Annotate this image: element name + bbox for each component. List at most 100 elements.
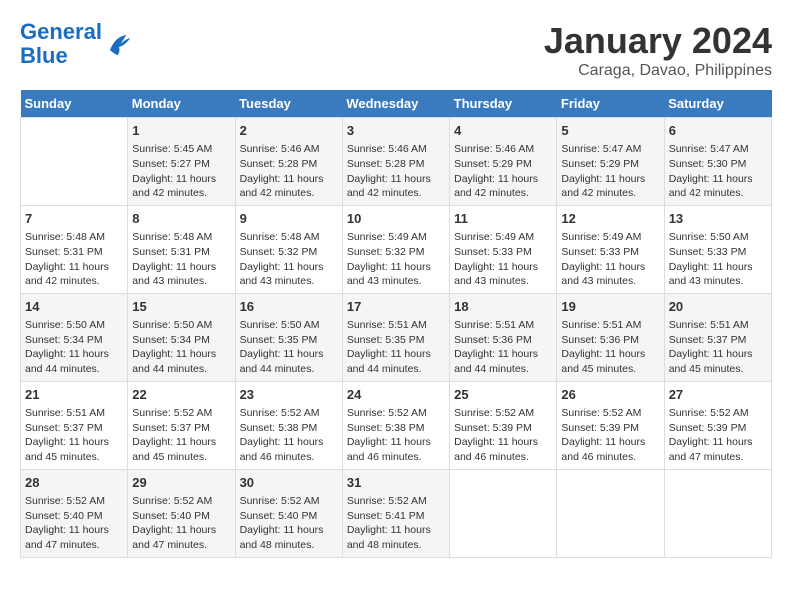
day-number: 1 — [132, 122, 230, 140]
day-number: 27 — [669, 386, 767, 404]
day-number: 13 — [669, 210, 767, 228]
day-info: Sunrise: 5:51 AM Sunset: 5:37 PM Dayligh… — [669, 318, 767, 377]
day-cell: 22Sunrise: 5:52 AM Sunset: 5:37 PM Dayli… — [128, 381, 235, 469]
page-header: GeneralBlue January 2024 Caraga, Davao, … — [20, 20, 772, 80]
day-number: 10 — [347, 210, 445, 228]
day-info: Sunrise: 5:48 AM Sunset: 5:31 PM Dayligh… — [132, 230, 230, 289]
day-cell: 21 Sunrise: 5:51 AM Sunset: 5:37 PM Dayli… — [21, 381, 128, 469]
day-info: Sunrise: 5:49 AM Sunset: 5:33 PM Dayligh… — [561, 230, 659, 289]
day-info: Sunrise: 5:51 AM Sunset: 5:37 PM Dayligh… — [25, 406, 123, 465]
day-cell: 23 Sunrise: 5:52 AM Sunset: 5:38 PM Dayli… — [235, 381, 342, 469]
title-block: January 2024 Caraga, Davao, Philippines — [544, 20, 772, 80]
day-info: Sunrise: 5:50 AM Sunset: 5:34 PM Dayligh… — [25, 318, 123, 377]
day-number: 16 — [240, 298, 338, 316]
header-monday: Monday — [128, 90, 235, 118]
day-number: 24 — [347, 386, 445, 404]
day-info: Sunrise: 5:47 AM Sunset: 5:29 PM Dayligh… — [561, 142, 659, 201]
day-number: 8 — [132, 210, 230, 228]
logo: GeneralBlue — [20, 20, 134, 68]
day-number: 19 — [561, 298, 659, 316]
day-info: Sunrise: 5:51 AM Sunset: 5:36 PM Dayligh… — [561, 318, 659, 377]
day-cell: 6 Sunrise: 5:47 AM Sunset: 5:30 PM Daylig… — [664, 118, 771, 206]
day-info: Sunrise: 5:52 AM Sunset: 5:40 PM Dayligh… — [25, 494, 123, 553]
logo-text: GeneralBlue — [20, 20, 102, 68]
day-cell: 25 Sunrise: 5:52 AM Sunset: 5:39 PM Dayli… — [450, 381, 557, 469]
day-number: 26 — [561, 386, 659, 404]
day-number: 4 — [454, 122, 552, 140]
day-number: 23 — [240, 386, 338, 404]
day-cell: 26Sunrise: 5:52 AM Sunset: 5:39 PM Dayli… — [557, 381, 664, 469]
header-thursday: Thursday — [450, 90, 557, 118]
day-number: 25 — [454, 386, 552, 404]
day-cell: 16 Sunrise: 5:50 AM Sunset: 5:35 PM Dayli… — [235, 293, 342, 381]
day-number: 30 — [240, 474, 338, 492]
header-row: SundayMondayTuesdayWednesdayThursdayFrid… — [21, 90, 772, 118]
day-info: Sunrise: 5:52 AM Sunset: 5:38 PM Dayligh… — [240, 406, 338, 465]
day-cell: 17Sunrise: 5:51 AM Sunset: 5:35 PM Dayli… — [342, 293, 449, 381]
calendar-header: SundayMondayTuesdayWednesdayThursdayFrid… — [21, 90, 772, 118]
day-info: Sunrise: 5:46 AM Sunset: 5:28 PM Dayligh… — [347, 142, 445, 201]
day-info: Sunrise: 5:47 AM Sunset: 5:30 PM Dayligh… — [669, 142, 767, 201]
header-saturday: Saturday — [664, 90, 771, 118]
day-number: 5 — [561, 122, 659, 140]
day-cell: 19 Sunrise: 5:51 AM Sunset: 5:36 PM Dayli… — [557, 293, 664, 381]
day-number: 17 — [347, 298, 445, 316]
day-info: Sunrise: 5:51 AM Sunset: 5:36 PM Dayligh… — [454, 318, 552, 377]
day-number: 20 — [669, 298, 767, 316]
header-friday: Friday — [557, 90, 664, 118]
day-cell: 12Sunrise: 5:49 AM Sunset: 5:33 PM Dayli… — [557, 205, 664, 293]
day-cell: 13Sunrise: 5:50 AM Sunset: 5:33 PM Dayli… — [664, 205, 771, 293]
day-cell: 5 Sunrise: 5:47 AM Sunset: 5:29 PM Daylig… — [557, 118, 664, 206]
day-number: 6 — [669, 122, 767, 140]
day-info: Sunrise: 5:52 AM Sunset: 5:41 PM Dayligh… — [347, 494, 445, 553]
day-number: 3 — [347, 122, 445, 140]
day-cell — [450, 469, 557, 557]
day-cell: 30 Sunrise: 5:52 AM Sunset: 5:40 PM Dayli… — [235, 469, 342, 557]
day-cell: 4 Sunrise: 5:46 AM Sunset: 5:29 PM Daylig… — [450, 118, 557, 206]
day-info: Sunrise: 5:50 AM Sunset: 5:34 PM Dayligh… — [132, 318, 230, 377]
week-row-5: 28 Sunrise: 5:52 AM Sunset: 5:40 PM Dayli… — [21, 469, 772, 557]
day-cell: 18 Sunrise: 5:51 AM Sunset: 5:36 PM Dayli… — [450, 293, 557, 381]
day-cell: 15 Sunrise: 5:50 AM Sunset: 5:34 PM Dayli… — [128, 293, 235, 381]
header-wednesday: Wednesday — [342, 90, 449, 118]
day-number: 15 — [132, 298, 230, 316]
calendar-table: SundayMondayTuesdayWednesdayThursdayFrid… — [20, 90, 772, 558]
day-number: 11 — [454, 210, 552, 228]
day-number: 9 — [240, 210, 338, 228]
header-tuesday: Tuesday — [235, 90, 342, 118]
day-cell: 29 Sunrise: 5:52 AM Sunset: 5:40 PM Dayli… — [128, 469, 235, 557]
day-cell: 24 Sunrise: 5:52 AM Sunset: 5:38 PM Dayli… — [342, 381, 449, 469]
day-number: 22 — [132, 386, 230, 404]
day-info: Sunrise: 5:50 AM Sunset: 5:35 PM Dayligh… — [240, 318, 338, 377]
day-info: Sunrise: 5:48 AM Sunset: 5:32 PM Dayligh… — [240, 230, 338, 289]
logo-bird-icon — [104, 29, 134, 59]
day-cell: 2Sunrise: 5:46 AM Sunset: 5:28 PM Daylig… — [235, 118, 342, 206]
day-info: Sunrise: 5:52 AM Sunset: 5:40 PM Dayligh… — [132, 494, 230, 553]
day-cell: 10 Sunrise: 5:49 AM Sunset: 5:32 PM Dayli… — [342, 205, 449, 293]
day-cell: 1Sunrise: 5:45 AM Sunset: 5:27 PM Daylig… — [128, 118, 235, 206]
day-number: 2 — [240, 122, 338, 140]
day-info: Sunrise: 5:52 AM Sunset: 5:39 PM Dayligh… — [669, 406, 767, 465]
day-cell: 27 Sunrise: 5:52 AM Sunset: 5:39 PM Dayli… — [664, 381, 771, 469]
day-number: 21 — [25, 386, 123, 404]
day-cell: 8 Sunrise: 5:48 AM Sunset: 5:31 PM Daylig… — [128, 205, 235, 293]
day-info: Sunrise: 5:52 AM Sunset: 5:39 PM Dayligh… — [454, 406, 552, 465]
day-number: 18 — [454, 298, 552, 316]
calendar-body: 1Sunrise: 5:45 AM Sunset: 5:27 PM Daylig… — [21, 118, 772, 558]
day-info: Sunrise: 5:52 AM Sunset: 5:40 PM Dayligh… — [240, 494, 338, 553]
day-cell: 14 Sunrise: 5:50 AM Sunset: 5:34 PM Dayli… — [21, 293, 128, 381]
day-info: Sunrise: 5:52 AM Sunset: 5:38 PM Dayligh… — [347, 406, 445, 465]
week-row-2: 7Sunrise: 5:48 AM Sunset: 5:31 PM Daylig… — [21, 205, 772, 293]
day-cell: 20 Sunrise: 5:51 AM Sunset: 5:37 PM Dayli… — [664, 293, 771, 381]
header-sunday: Sunday — [21, 90, 128, 118]
day-cell — [557, 469, 664, 557]
day-info: Sunrise: 5:46 AM Sunset: 5:29 PM Dayligh… — [454, 142, 552, 201]
day-info: Sunrise: 5:49 AM Sunset: 5:32 PM Dayligh… — [347, 230, 445, 289]
day-info: Sunrise: 5:49 AM Sunset: 5:33 PM Dayligh… — [454, 230, 552, 289]
day-cell: 3 Sunrise: 5:46 AM Sunset: 5:28 PM Daylig… — [342, 118, 449, 206]
day-number: 28 — [25, 474, 123, 492]
week-row-4: 21 Sunrise: 5:51 AM Sunset: 5:37 PM Dayli… — [21, 381, 772, 469]
day-number: 29 — [132, 474, 230, 492]
day-number: 14 — [25, 298, 123, 316]
sub-title: Caraga, Davao, Philippines — [544, 62, 772, 80]
